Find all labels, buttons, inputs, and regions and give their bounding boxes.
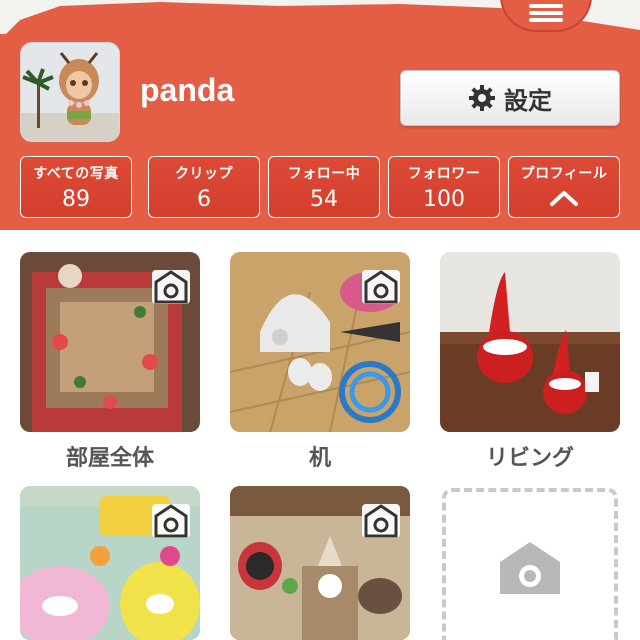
menu-icon (529, 1, 563, 25)
add-photo-camera-icon (500, 542, 560, 594)
add-photo-slot[interactable] (442, 488, 618, 640)
stat-label: フォロー中 (287, 166, 361, 182)
stat-followers[interactable]: フォロワー 100 (388, 156, 500, 218)
avatar[interactable] (20, 42, 120, 142)
photo-thumbnail[interactable] (230, 252, 410, 432)
camera-icon (364, 504, 398, 538)
photo-thumbnail[interactable] (230, 486, 410, 640)
camera-icon (364, 270, 398, 304)
stat-value: 6 (197, 187, 211, 212)
stat-following[interactable]: フォロー中 54 (268, 156, 380, 218)
chevron-up-icon (550, 191, 578, 206)
camera-icon (154, 504, 188, 538)
photo-caption: リビング (485, 446, 574, 471)
camera-icon (154, 270, 188, 304)
stat-label: プロフィール (520, 166, 608, 182)
camera-badge (152, 504, 190, 538)
gear-icon (469, 85, 495, 111)
username: panda (140, 72, 235, 108)
camera-badge (362, 504, 400, 538)
settings-button[interactable]: 設定 (400, 70, 620, 126)
camera-badge (362, 270, 400, 304)
stat-clips[interactable]: クリップ 6 (148, 156, 260, 218)
stat-value: 100 (423, 187, 465, 212)
stat-label: すべての写真 (33, 166, 119, 182)
stat-all-photos[interactable]: すべての写真 89 (20, 156, 132, 218)
settings-label: 設定 (504, 86, 552, 115)
photo-caption: 机 (308, 446, 331, 471)
stat-value: 54 (310, 187, 338, 212)
stat-value: 89 (62, 187, 90, 212)
stat-label: クリップ (175, 166, 233, 182)
stat-profile[interactable]: プロフィール (508, 156, 620, 218)
photo-thumbnail[interactable] (20, 486, 200, 640)
stat-label: フォロワー (407, 166, 481, 182)
photo-thumbnail[interactable] (440, 252, 620, 432)
photo-thumbnail[interactable] (20, 252, 200, 432)
camera-badge (152, 270, 190, 304)
stats-bar: すべての写真 89 クリップ 6 フォロー中 54 フォロワー 100 プロフィ… (20, 156, 620, 218)
photo-caption: 部屋全体 (65, 446, 154, 471)
